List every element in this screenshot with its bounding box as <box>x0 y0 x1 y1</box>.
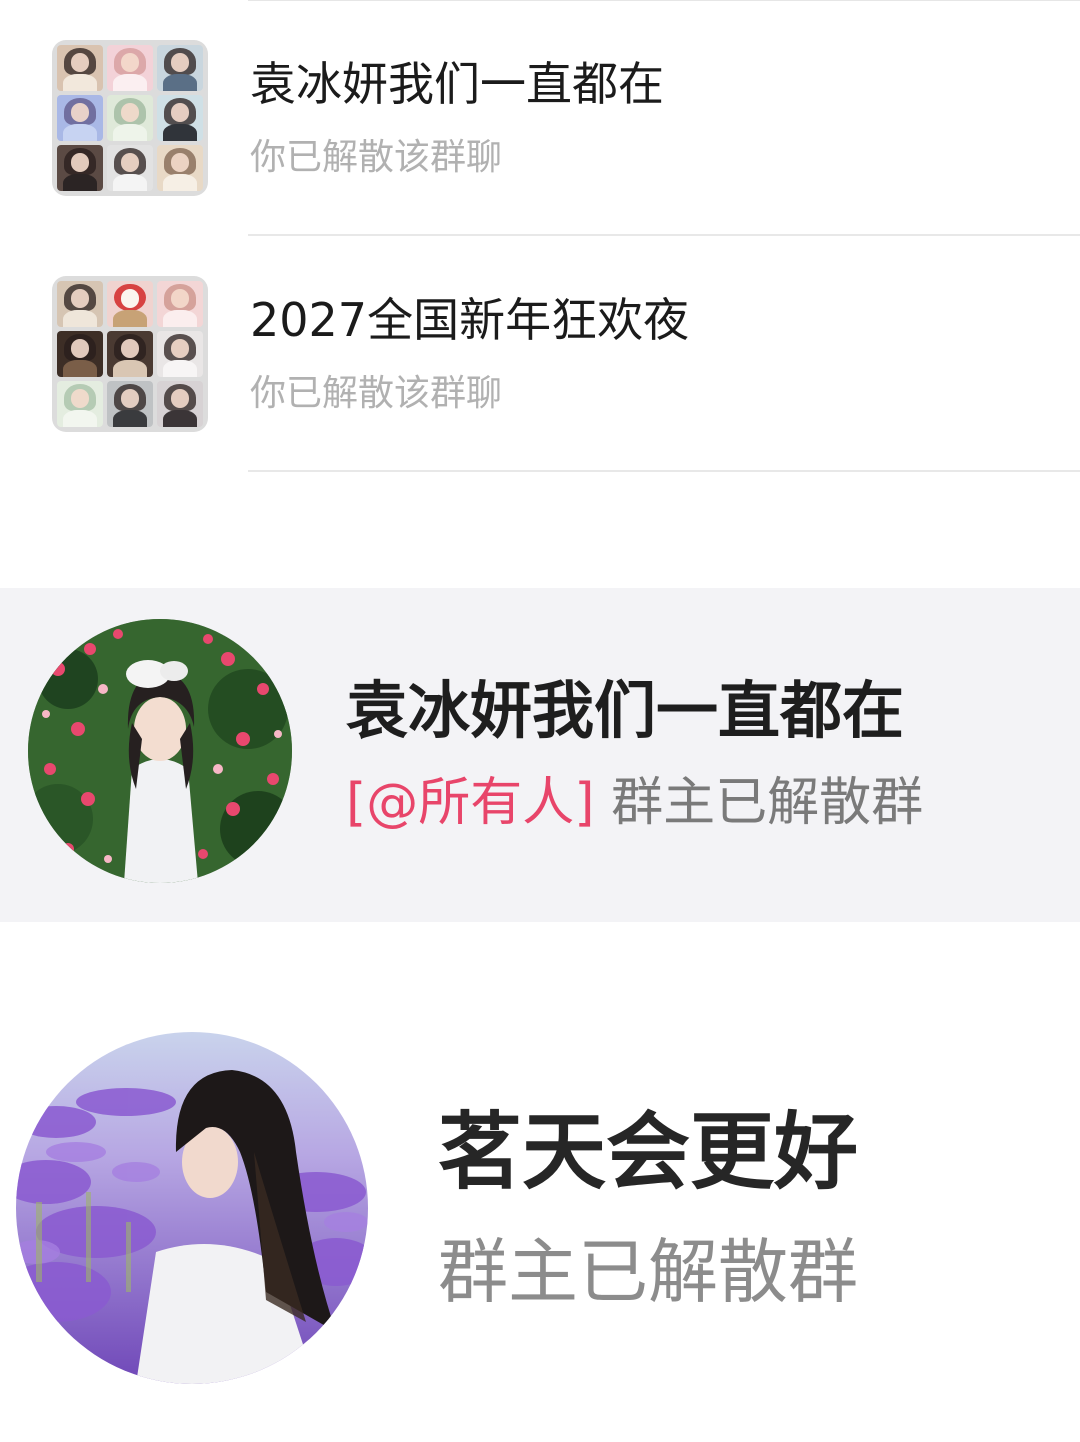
chat-title: 袁冰妍我们一直都在 <box>250 57 664 111</box>
group-avatar-grid <box>52 276 208 432</box>
chat-list-screen: 袁冰妍我们一直都在 你已解散该群聊 2027全国新年狂欢夜 你已解散该群聊 袁冰… <box>0 0 1080 1442</box>
chat-list-item[interactable]: 2027全国新年狂欢夜 你已解散该群聊 <box>0 236 1080 472</box>
member-photo <box>107 45 153 91</box>
member-photo <box>57 381 103 427</box>
chat-list-item[interactable]: 袁冰妍我们一直都在 你已解散该群聊 <box>0 0 1080 236</box>
member-photo <box>107 331 153 377</box>
rose-garden-portrait <box>28 619 292 883</box>
group-avatar <box>28 619 292 883</box>
member-photo <box>107 381 153 427</box>
member-photo <box>57 45 103 91</box>
member-photo <box>157 145 203 191</box>
lavender-field-portrait <box>16 1032 368 1384</box>
chat-title: 2027全国新年狂欢夜 <box>250 293 690 347</box>
chat-last-message: 你已解散该群聊 <box>250 373 503 414</box>
member-photo <box>57 95 103 141</box>
chat-last-message: [@所有人] 群主已解散群 <box>346 770 923 836</box>
member-photo <box>157 381 203 427</box>
chat-title: 茗天会更好 <box>438 1103 859 1201</box>
chat-last-message: 你已解散该群聊 <box>250 137 503 178</box>
member-photo <box>57 145 103 191</box>
member-photo <box>157 281 203 327</box>
member-photo <box>157 331 203 377</box>
group-avatar <box>16 1032 368 1384</box>
mention-tag: [@所有人] <box>346 773 595 833</box>
chat-title: 袁冰妍我们一直都在 <box>346 674 905 747</box>
group-avatar-grid <box>52 40 208 196</box>
member-photo <box>107 95 153 141</box>
member-photo <box>157 95 203 141</box>
member-photo <box>157 45 203 91</box>
chat-last-message: 群主已解散群 <box>438 1231 858 1313</box>
member-photo <box>107 145 153 191</box>
chat-last-message-text: 群主已解散群 <box>611 773 924 833</box>
member-photo <box>57 281 103 327</box>
member-photo <box>57 331 103 377</box>
divider <box>248 470 1080 472</box>
member-photo <box>107 281 153 327</box>
